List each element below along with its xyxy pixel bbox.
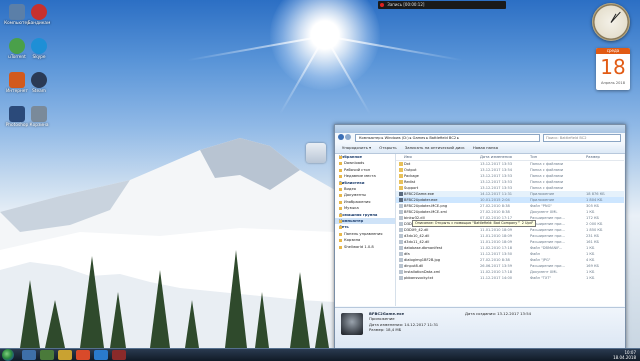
desktop-icon[interactable]: Корзина [24,106,54,128]
file-type: Файл "TXT" [530,276,552,280]
forward-button[interactable] [345,134,351,140]
taskbar-folder-icon[interactable] [58,350,72,360]
file-icon [399,270,403,274]
file-icon [399,252,403,256]
column-name[interactable]: Имя [404,154,412,160]
details-created: Дата создания: 13.12.2017 13:54 [465,311,532,316]
taskbar-media-icon[interactable] [40,350,54,360]
taskbar: 10:07 18.04.2018 [0,348,640,361]
address-path[interactable]: Компьютер ▸ Windows (D:) ▸ Games ▸ Battl… [355,134,540,142]
desktop-icon-label: Skype [32,55,46,60]
calendar-day: 18 [600,55,626,79]
nav-item[interactable]: Shellworld 1.0.8 [335,244,395,250]
recycle-bin-icon [31,106,47,122]
file-size: 1 КБ [586,276,595,280]
photoshop-icon [9,106,25,122]
open-button[interactable]: Открыть [379,145,396,150]
window-titlebar[interactable] [335,125,625,133]
folder-icon [399,174,403,178]
file-thumbnail-icon [341,313,363,335]
column-date[interactable]: Дата изменения [480,154,512,160]
column-headers: Имя Дата изменения Тип Размер [396,154,624,161]
internet-icon [9,72,25,88]
skype-icon [31,38,47,54]
search-input[interactable]: Поиск: Battlefield BC2 [543,134,621,142]
file-date: 11.12.2017 14:00 [480,276,513,280]
details-size: Размер: 18,4 МБ [369,327,402,333]
back-button[interactable] [338,134,344,140]
tray-date: 18.04.2018 [613,355,636,360]
folder-icon [399,186,403,190]
file-icon [399,216,403,220]
navigation-pane: Избранное Downloads Рабочий стол Недавние м… [335,154,396,306]
bandicam-icon [31,4,47,20]
column-size[interactable]: Размер [586,154,600,160]
desktop-icon-label: Корзина [29,123,49,128]
file-icon [399,246,403,250]
file-name: pbbansvocky.txt [404,276,434,280]
drag-preview-icon [306,143,326,163]
file-icon [399,240,403,244]
desktop-icon[interactable]: Skype [24,38,54,60]
file-row[interactable]: pbbansvocky.txt 11.12.2017 14:00 Файл "TXT… [396,275,624,281]
system-tray-clock[interactable]: 10:07 18.04.2018 [613,350,636,360]
tooltip: Описание: Открыть с помощью "Battlefield… [412,220,537,227]
recording-label: Запись [00:00:12] [387,2,425,7]
record-dot-icon [380,3,384,7]
file-icon [399,276,403,280]
desktop-icon[interactable]: Steam [24,72,54,94]
taskbar-explorer-icon[interactable] [22,350,36,360]
explorer-window[interactable]: Компьютер ▸ Windows (D:) ▸ Games ▸ Battl… [334,124,626,348]
taskbar-browser-icon[interactable] [76,350,90,360]
folder-icon [399,168,403,172]
column-type[interactable]: Тип [530,154,537,160]
start-button[interactable] [2,349,14,361]
steam-icon [31,72,47,88]
folder-icon [399,180,403,184]
file-icon [399,198,403,202]
computer-icon [9,4,25,20]
calendar-gadget[interactable]: среда 18 Апрель 2018 [596,48,630,90]
desktop-icon-label: Бандикам [27,21,51,26]
file-icon [399,204,403,208]
calendar-month: Апрель 2018 [600,81,625,85]
recording-bar[interactable]: Запись [00:00:12] [378,1,506,9]
taskbar-chrome-icon[interactable] [94,350,108,360]
file-icon [399,228,403,232]
file-icon [399,210,403,214]
details-pane: BFBC2Game.exe Приложение Дата изменения:… [335,307,625,348]
address-bar: Компьютер ▸ Windows (D:) ▸ Games ▸ Battl… [337,134,623,142]
file-icon [399,234,403,238]
burn-button[interactable]: Записать на оптический диск [405,145,465,150]
new-folder-button[interactable]: Новая папка [473,145,498,150]
file-icon [399,222,403,226]
desktop-icon-label: Steam [32,89,46,94]
utorrent-icon [9,38,25,54]
file-icon [399,258,403,262]
folder-icon [399,162,403,166]
file-icon [399,192,403,196]
desktop: Запись [00:00:12] Компьютер Бандикам uTo… [0,0,640,348]
organize-button[interactable]: Упорядочить ▾ [342,145,371,150]
file-list: Имя Дата изменения Тип Размер Dxt 13.12.2… [396,154,624,306]
command-bar: Упорядочить ▾ Открыть Записать на оптиче… [335,143,625,154]
clock-gadget[interactable] [592,3,630,41]
taskbar-bandicam-icon[interactable] [112,350,126,360]
file-icon [399,264,403,268]
desktop-icon[interactable]: Бандикам [24,4,54,26]
